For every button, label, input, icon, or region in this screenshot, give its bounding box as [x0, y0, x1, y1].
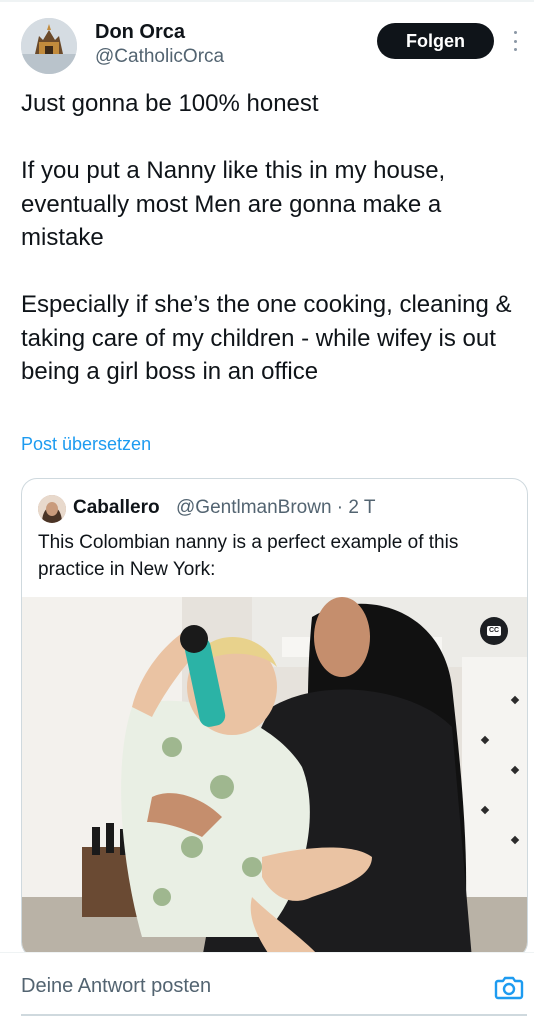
- avatar-icon: [38, 495, 66, 523]
- video-thumbnail: [22, 597, 527, 957]
- quoted-display-name: Caballero: [73, 497, 160, 518]
- reply-bar: [0, 952, 534, 1018]
- reply-underline: [21, 1014, 527, 1016]
- quoted-video[interactable]: CC: [22, 597, 527, 957]
- quoted-author-avatar: [38, 495, 66, 523]
- more-vertical-icon[interactable]: [508, 31, 522, 51]
- closed-captions-button[interactable]: CC: [480, 617, 508, 645]
- quoted-post-card[interactable]: Caballero @GentlmanBrown · 2 T This Colo…: [21, 478, 528, 958]
- quoted-text: This Colombian nanny is a perfect exampl…: [38, 532, 459, 580]
- author-handle[interactable]: @CatholicOrca: [95, 46, 224, 68]
- tweet-paragraph: If you put a Nanny like this in my house…: [21, 157, 446, 251]
- cc-icon: CC: [486, 626, 502, 636]
- tweet-paragraph: Just gonna be 100% honest: [21, 90, 319, 117]
- avatar-icon: [21, 18, 77, 74]
- tweet-paragraph: Especially if she’s the one cooking, cle…: [21, 291, 512, 385]
- reply-input[interactable]: [21, 975, 441, 998]
- translate-post-link[interactable]: Post übersetzen: [21, 434, 151, 455]
- camera-icon[interactable]: [494, 973, 524, 1001]
- tweet-text: Just gonna be 100% honest If you put a N…: [21, 87, 516, 389]
- author-avatar[interactable]: [21, 18, 77, 74]
- quoted-handle-time: @GentlmanBrown · 2 T: [176, 497, 376, 518]
- follow-button[interactable]: Folgen: [377, 23, 494, 59]
- author-display-name[interactable]: Don Orca: [95, 20, 185, 44]
- tweet-header: Don Orca @CatholicOrca Folgen: [0, 0, 534, 80]
